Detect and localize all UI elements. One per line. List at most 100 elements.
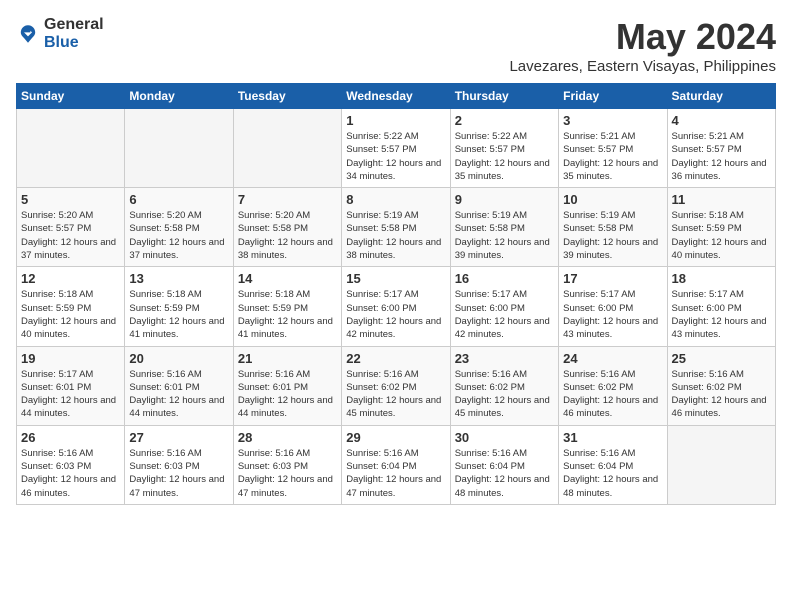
day-number: 2: [455, 113, 554, 128]
week-row-5: 26 Sunrise: 5:16 AMSunset: 6:03 PMDaylig…: [17, 425, 776, 504]
day-number: 17: [563, 271, 662, 286]
calendar-cell: 12 Sunrise: 5:18 AMSunset: 5:59 PMDaylig…: [17, 267, 125, 346]
day-info: Sunrise: 5:16 AMSunset: 6:02 PMDaylight:…: [346, 368, 445, 421]
calendar-cell: 29 Sunrise: 5:16 AMSunset: 6:04 PMDaylig…: [342, 425, 450, 504]
day-info: Sunrise: 5:22 AMSunset: 5:57 PMDaylight:…: [455, 130, 554, 183]
day-number: 15: [346, 271, 445, 286]
day-info: Sunrise: 5:17 AMSunset: 6:00 PMDaylight:…: [455, 288, 554, 341]
day-number: 6: [129, 192, 228, 207]
calendar-cell: 8 Sunrise: 5:19 AMSunset: 5:58 PMDayligh…: [342, 188, 450, 267]
calendar-cell: 2 Sunrise: 5:22 AMSunset: 5:57 PMDayligh…: [450, 109, 558, 188]
title-area: May 2024 Lavezares, Eastern Visayas, Phi…: [509, 16, 776, 75]
calendar-cell: 18 Sunrise: 5:17 AMSunset: 6:00 PMDaylig…: [667, 267, 775, 346]
calendar-cell: 7 Sunrise: 5:20 AMSunset: 5:58 PMDayligh…: [233, 188, 341, 267]
day-number: 3: [563, 113, 662, 128]
day-info: Sunrise: 5:20 AMSunset: 5:58 PMDaylight:…: [238, 209, 337, 262]
calendar-cell: 6 Sunrise: 5:20 AMSunset: 5:58 PMDayligh…: [125, 188, 233, 267]
day-info: Sunrise: 5:16 AMSunset: 6:04 PMDaylight:…: [346, 447, 445, 500]
day-info: Sunrise: 5:18 AMSunset: 5:59 PMDaylight:…: [129, 288, 228, 341]
calendar-cell: 14 Sunrise: 5:18 AMSunset: 5:59 PMDaylig…: [233, 267, 341, 346]
day-number: 30: [455, 430, 554, 445]
calendar-cell: 22 Sunrise: 5:16 AMSunset: 6:02 PMDaylig…: [342, 346, 450, 425]
day-number: 22: [346, 351, 445, 366]
day-number: 18: [672, 271, 771, 286]
calendar-cell: [233, 109, 341, 188]
day-number: 19: [21, 351, 120, 366]
day-number: 21: [238, 351, 337, 366]
day-number: 23: [455, 351, 554, 366]
day-number: 11: [672, 192, 771, 207]
day-info: Sunrise: 5:18 AMSunset: 5:59 PMDaylight:…: [21, 288, 120, 341]
day-info: Sunrise: 5:19 AMSunset: 5:58 PMDaylight:…: [346, 209, 445, 262]
day-info: Sunrise: 5:16 AMSunset: 6:02 PMDaylight:…: [563, 368, 662, 421]
calendar-cell: 27 Sunrise: 5:16 AMSunset: 6:03 PMDaylig…: [125, 425, 233, 504]
day-info: Sunrise: 5:16 AMSunset: 6:03 PMDaylight:…: [129, 447, 228, 500]
day-info: Sunrise: 5:18 AMSunset: 5:59 PMDaylight:…: [238, 288, 337, 341]
day-number: 16: [455, 271, 554, 286]
day-number: 27: [129, 430, 228, 445]
day-number: 13: [129, 271, 228, 286]
day-number: 28: [238, 430, 337, 445]
day-number: 1: [346, 113, 445, 128]
day-info: Sunrise: 5:22 AMSunset: 5:57 PMDaylight:…: [346, 130, 445, 183]
day-number: 4: [672, 113, 771, 128]
calendar-cell: 23 Sunrise: 5:16 AMSunset: 6:02 PMDaylig…: [450, 346, 558, 425]
week-row-2: 5 Sunrise: 5:20 AMSunset: 5:57 PMDayligh…: [17, 188, 776, 267]
day-info: Sunrise: 5:16 AMSunset: 6:02 PMDaylight:…: [672, 368, 771, 421]
day-info: Sunrise: 5:21 AMSunset: 5:57 PMDaylight:…: [563, 130, 662, 183]
day-number: 24: [563, 351, 662, 366]
calendar-cell: 11 Sunrise: 5:18 AMSunset: 5:59 PMDaylig…: [667, 188, 775, 267]
calendar-cell: 28 Sunrise: 5:16 AMSunset: 6:03 PMDaylig…: [233, 425, 341, 504]
weekday-header-tuesday: Tuesday: [233, 84, 341, 109]
calendar-cell: 10 Sunrise: 5:19 AMSunset: 5:58 PMDaylig…: [559, 188, 667, 267]
calendar-cell: 20 Sunrise: 5:16 AMSunset: 6:01 PMDaylig…: [125, 346, 233, 425]
weekday-header-monday: Monday: [125, 84, 233, 109]
calendar-cell: 16 Sunrise: 5:17 AMSunset: 6:00 PMDaylig…: [450, 267, 558, 346]
week-row-4: 19 Sunrise: 5:17 AMSunset: 6:01 PMDaylig…: [17, 346, 776, 425]
weekday-header-friday: Friday: [559, 84, 667, 109]
logo-general: General: [44, 16, 104, 34]
day-number: 26: [21, 430, 120, 445]
day-info: Sunrise: 5:19 AMSunset: 5:58 PMDaylight:…: [563, 209, 662, 262]
day-number: 20: [129, 351, 228, 366]
calendar-cell: 19 Sunrise: 5:17 AMSunset: 6:01 PMDaylig…: [17, 346, 125, 425]
day-number: 9: [455, 192, 554, 207]
day-info: Sunrise: 5:17 AMSunset: 6:00 PMDaylight:…: [346, 288, 445, 341]
calendar-cell: [17, 109, 125, 188]
day-info: Sunrise: 5:19 AMSunset: 5:58 PMDaylight:…: [455, 209, 554, 262]
calendar-cell: 3 Sunrise: 5:21 AMSunset: 5:57 PMDayligh…: [559, 109, 667, 188]
day-number: 31: [563, 430, 662, 445]
week-row-3: 12 Sunrise: 5:18 AMSunset: 5:59 PMDaylig…: [17, 267, 776, 346]
calendar-cell: 17 Sunrise: 5:17 AMSunset: 6:00 PMDaylig…: [559, 267, 667, 346]
calendar-cell: 5 Sunrise: 5:20 AMSunset: 5:57 PMDayligh…: [17, 188, 125, 267]
calendar-cell: 4 Sunrise: 5:21 AMSunset: 5:57 PMDayligh…: [667, 109, 775, 188]
day-info: Sunrise: 5:16 AMSunset: 6:04 PMDaylight:…: [455, 447, 554, 500]
day-info: Sunrise: 5:16 AMSunset: 6:02 PMDaylight:…: [455, 368, 554, 421]
calendar-cell: [125, 109, 233, 188]
calendar-cell: 26 Sunrise: 5:16 AMSunset: 6:03 PMDaylig…: [17, 425, 125, 504]
day-info: Sunrise: 5:20 AMSunset: 5:57 PMDaylight:…: [21, 209, 120, 262]
weekday-header-row: SundayMondayTuesdayWednesdayThursdayFrid…: [17, 84, 776, 109]
location-subtitle: Lavezares, Eastern Visayas, Philippines: [509, 58, 776, 75]
calendar-table: SundayMondayTuesdayWednesdayThursdayFrid…: [16, 83, 776, 505]
calendar-cell: 21 Sunrise: 5:16 AMSunset: 6:01 PMDaylig…: [233, 346, 341, 425]
calendar-cell: 15 Sunrise: 5:17 AMSunset: 6:00 PMDaylig…: [342, 267, 450, 346]
calendar-cell: 9 Sunrise: 5:19 AMSunset: 5:58 PMDayligh…: [450, 188, 558, 267]
calendar-cell: 25 Sunrise: 5:16 AMSunset: 6:02 PMDaylig…: [667, 346, 775, 425]
day-info: Sunrise: 5:17 AMSunset: 6:00 PMDaylight:…: [563, 288, 662, 341]
day-number: 25: [672, 351, 771, 366]
day-info: Sunrise: 5:17 AMSunset: 6:01 PMDaylight:…: [21, 368, 120, 421]
day-number: 8: [346, 192, 445, 207]
day-info: Sunrise: 5:18 AMSunset: 5:59 PMDaylight:…: [672, 209, 771, 262]
calendar-cell: 24 Sunrise: 5:16 AMSunset: 6:02 PMDaylig…: [559, 346, 667, 425]
month-title: May 2024: [509, 16, 776, 58]
page-header: General Blue May 2024 Lavezares, Eastern…: [16, 16, 776, 75]
day-info: Sunrise: 5:16 AMSunset: 6:03 PMDaylight:…: [21, 447, 120, 500]
day-info: Sunrise: 5:20 AMSunset: 5:58 PMDaylight:…: [129, 209, 228, 262]
day-number: 5: [21, 192, 120, 207]
calendar-cell: 1 Sunrise: 5:22 AMSunset: 5:57 PMDayligh…: [342, 109, 450, 188]
weekday-header-thursday: Thursday: [450, 84, 558, 109]
weekday-header-wednesday: Wednesday: [342, 84, 450, 109]
logo-icon: [16, 22, 40, 46]
day-number: 12: [21, 271, 120, 286]
